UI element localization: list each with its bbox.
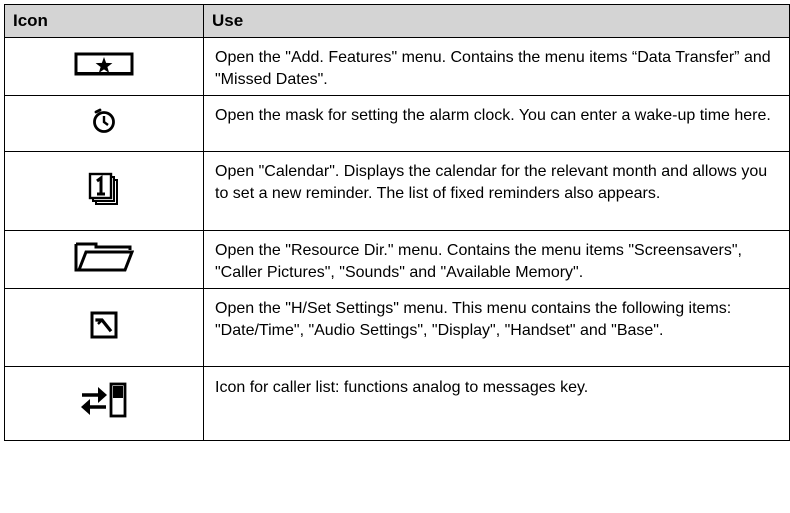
header-use: Use (203, 4, 790, 38)
table-row: Open the mask for setting the alarm cloc… (4, 95, 790, 152)
star-box-icon (73, 52, 135, 81)
row-use-text: Icon for caller list: functions analog t… (203, 366, 790, 441)
caller-list-icon (79, 382, 129, 422)
calendar-icon (88, 172, 120, 210)
row-use-text: Open the "Add. Features" menu. Contains … (203, 37, 790, 96)
table-row: Icon for caller list: functions analog t… (4, 366, 790, 441)
table-header-row: Icon Use (4, 4, 790, 38)
row-use-text: Open the "Resource Dir." menu. Contains … (203, 230, 790, 289)
table-row: Open the "H/Set Settings" menu. This men… (4, 288, 790, 367)
settings-tool-icon (90, 311, 118, 343)
header-icon: Icon (4, 4, 204, 38)
icon-use-table: Icon Use Open the "Add. Features" menu. … (4, 4, 790, 441)
folder-icon (74, 242, 134, 276)
table-row: Open the "Add. Features" menu. Contains … (4, 37, 790, 96)
row-use-text: Open "Calendar". Displays the calendar f… (203, 151, 790, 231)
row-use-text: Open the mask for setting the alarm cloc… (203, 95, 790, 152)
table-row: Open the "Resource Dir." menu. Contains … (4, 230, 790, 289)
row-use-text: Open the "H/Set Settings" menu. This men… (203, 288, 790, 367)
alarm-clock-icon (91, 108, 117, 138)
table-row: Open "Calendar". Displays the calendar f… (4, 151, 790, 231)
